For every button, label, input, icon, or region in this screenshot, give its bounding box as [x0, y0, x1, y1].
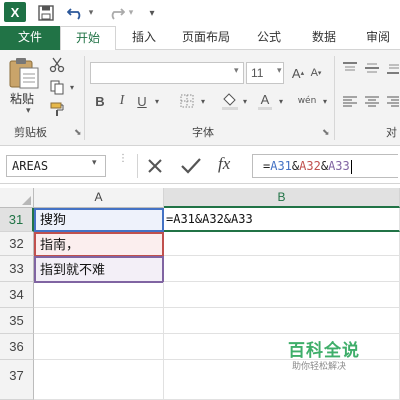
cell-b32[interactable] [164, 232, 400, 256]
fill-color-dropdown-icon[interactable]: ▾ [240, 92, 250, 110]
align-bottom-icon[interactable] [386, 60, 400, 76]
underline-dropdown-icon[interactable]: ▾ [152, 92, 162, 110]
excel-window: X ▾ ▾ ▾ 文件 开始 插入 页面布局 公式 数据 审阅 粘贴 ▾ ▾ 剪贴… [0, 0, 400, 400]
cell-b36[interactable] [164, 334, 400, 360]
name-box-dropdown-icon[interactable]: ▾ [92, 158, 97, 168]
customize-qat-icon[interactable]: ▾ [142, 3, 162, 23]
row-header[interactable]: 32 [0, 232, 34, 256]
row-header[interactable]: 33 [0, 256, 34, 282]
align-middle-icon[interactable] [364, 60, 380, 76]
align-top-icon[interactable] [342, 60, 358, 76]
font-group-label: 字体 [192, 126, 214, 139]
font-color-icon[interactable]: A [256, 90, 274, 112]
font-color-dropdown-icon[interactable]: ▾ [276, 92, 286, 110]
borders-dropdown-icon[interactable]: ▾ [198, 92, 208, 110]
copy-dropdown-icon[interactable]: ▾ [68, 80, 76, 94]
cell-a33[interactable]: 指到就不难 [34, 256, 164, 283]
formula-ref-a31: A31 [270, 159, 292, 173]
copy-icon[interactable] [48, 78, 66, 96]
undo-dropdown-icon[interactable]: ▾ [86, 3, 96, 23]
redo-icon[interactable] [106, 3, 126, 23]
align-left-icon[interactable] [342, 94, 358, 110]
align-right-icon[interactable] [386, 94, 400, 110]
quick-access-toolbar: X ▾ ▾ ▾ [0, 0, 400, 26]
cell-a31[interactable]: 搜狗 [34, 208, 164, 232]
bold-button[interactable]: B [92, 92, 108, 110]
borders-icon[interactable] [178, 92, 196, 110]
undo-icon[interactable] [66, 3, 86, 23]
font-name-combobox[interactable] [90, 62, 244, 84]
formula-ref-a33: A33 [328, 159, 350, 173]
grow-font-icon[interactable]: A ▴ [290, 64, 306, 82]
cell-b37[interactable] [164, 360, 400, 400]
enter-checkmark-icon[interactable] [180, 156, 202, 176]
formula-ref-a32: A32 [299, 159, 321, 173]
tab-insert[interactable]: 插入 [124, 26, 164, 50]
alignment-group-label: 对 [386, 126, 397, 139]
cell-b33[interactable] [164, 256, 400, 282]
group-separator [84, 56, 85, 140]
row-header[interactable]: 36 [0, 334, 34, 360]
tab-review[interactable]: 审阅 [358, 26, 398, 50]
paste-button[interactable]: 粘贴 [10, 90, 34, 107]
font-name-dropdown-icon[interactable]: ▾ [234, 66, 239, 76]
phonetic-dropdown-icon[interactable]: ▾ [320, 92, 330, 110]
resize-handle-icon[interactable]: ⋮ [118, 154, 128, 176]
clipboard-group-label: 剪贴板 [14, 126, 47, 139]
tab-formulas[interactable]: 公式 [252, 26, 286, 50]
cell-b35[interactable] [164, 308, 400, 334]
row-header[interactable]: 37 [0, 360, 34, 400]
phonetic-guide-icon[interactable]: wén [294, 90, 320, 112]
align-center-icon[interactable] [364, 94, 380, 110]
cell-b31-active[interactable]: =A31&A32&A33 [164, 208, 400, 232]
watermark-subtitle: 助你轻松解决 [292, 362, 347, 372]
name-box[interactable]: AREAS [6, 155, 106, 177]
format-painter-icon[interactable] [48, 100, 66, 118]
tab-file[interactable]: 文件 [0, 26, 60, 50]
cell-a36[interactable] [34, 334, 164, 360]
shrink-font-icon[interactable]: A ▾ [308, 64, 324, 82]
group-separator [334, 56, 335, 140]
tab-data[interactable]: 数据 [304, 26, 344, 50]
ribbon-tabs: 文件 开始 插入 页面布局 公式 数据 审阅 [0, 26, 400, 51]
worksheet-grid: A B 31 32 33 34 35 36 37 搜狗 指南， 指到就不难 =A… [0, 184, 400, 400]
insert-function-icon[interactable]: fx [218, 154, 230, 174]
formula-input[interactable]: =A31&A32&A33 [252, 154, 398, 178]
row-header[interactable]: 35 [0, 308, 34, 334]
excel-logo-icon: X [4, 2, 26, 22]
text-cursor [350, 159, 352, 174]
italic-button[interactable]: I [114, 92, 130, 110]
tab-home[interactable]: 开始 [60, 26, 116, 51]
divider [137, 154, 138, 178]
paste-icon[interactable] [8, 56, 40, 90]
watermark-title: 百科全说 [288, 341, 360, 361]
clipboard-launcher-icon[interactable]: ⬊ [74, 128, 82, 138]
cancel-icon[interactable] [145, 156, 165, 176]
underline-button[interactable]: U [134, 92, 150, 110]
select-all-corner[interactable] [0, 188, 34, 208]
cell-b34[interactable] [164, 282, 400, 308]
cell-a35[interactable] [34, 308, 164, 334]
cell-a37[interactable] [34, 360, 164, 400]
row-header[interactable]: 31 [0, 208, 34, 232]
paste-dropdown-icon[interactable]: ▾ [26, 106, 31, 116]
column-header-b[interactable]: B [164, 188, 400, 208]
formula-operator: & [320, 159, 329, 173]
tab-page-layout[interactable]: 页面布局 [176, 26, 236, 50]
ribbon: 粘贴 ▾ ▾ 剪贴板 ⬊ ▾ 11 ▾ A▴ A▾ B I U ▾ ▾ ▾ [0, 50, 400, 146]
cell-a34[interactable] [34, 282, 164, 308]
font-launcher-icon[interactable]: ⬊ [322, 128, 330, 138]
cut-icon[interactable] [48, 56, 66, 74]
font-size-dropdown-icon[interactable]: ▾ [277, 66, 282, 76]
column-header-a[interactable]: A [34, 188, 164, 208]
row-header[interactable]: 34 [0, 282, 34, 308]
cell-a32[interactable]: 指南， [34, 232, 164, 257]
save-icon[interactable] [36, 3, 56, 23]
fill-color-icon[interactable] [220, 90, 240, 112]
redo-dropdown-icon[interactable]: ▾ [126, 3, 136, 23]
formula-bar: AREAS ▾ ⋮ fx =A31&A32&A33 [0, 146, 400, 184]
